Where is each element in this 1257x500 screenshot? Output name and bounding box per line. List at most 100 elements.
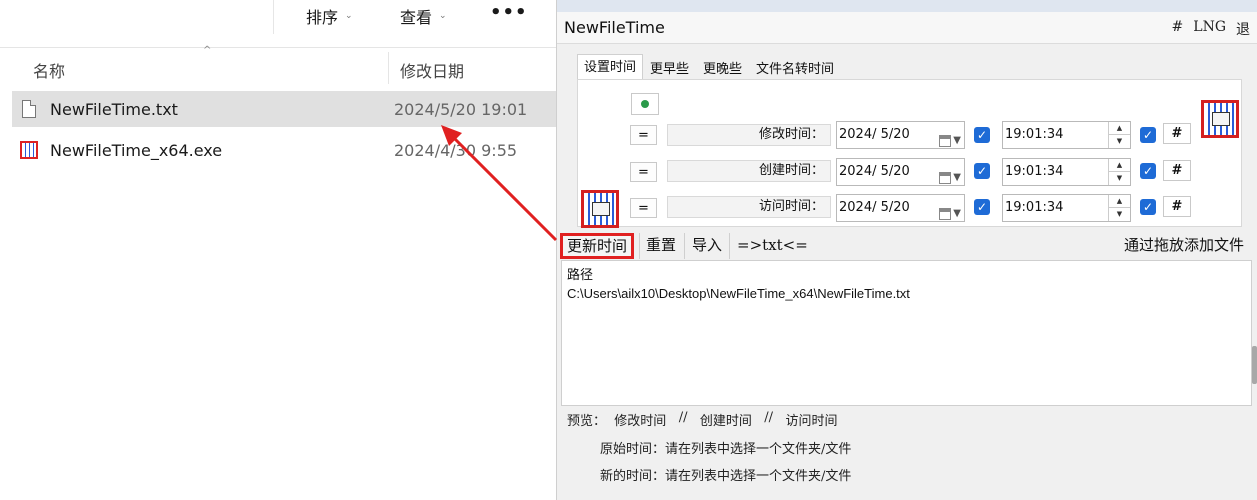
more-options-button[interactable]: ••• xyxy=(490,2,528,23)
spin-down-icon[interactable]: ▼ xyxy=(1109,172,1130,185)
toolbar-separator xyxy=(273,0,274,34)
app-exe-icon xyxy=(18,139,40,161)
calendar-dropdown[interactable]: ▼ xyxy=(939,201,961,227)
hash-menu-button[interactable]: # xyxy=(1172,19,1184,39)
action-separator xyxy=(684,233,685,259)
spin-up-icon[interactable]: ▲ xyxy=(1109,122,1130,135)
spin-up-icon[interactable]: ▲ xyxy=(1109,195,1130,208)
created-time-input[interactable]: 19:01:34 ▲ ▼ xyxy=(1002,158,1131,186)
calendar-icon xyxy=(939,172,952,184)
created-date-checkbox[interactable]: ✓ xyxy=(974,163,990,179)
tab-set-time[interactable]: 设置时间 xyxy=(577,54,644,80)
accessed-time-label: 访问时间： xyxy=(667,196,831,218)
created-time-value: 19:01:34 xyxy=(1005,164,1064,179)
calendar-dropdown[interactable]: ▼ xyxy=(939,165,961,191)
accessed-hash-button[interactable]: # xyxy=(1163,196,1191,217)
window-title: NewFileTime xyxy=(564,18,665,37)
spin-down-icon[interactable]: ▼ xyxy=(1109,208,1130,221)
language-button[interactable]: LNG xyxy=(1193,19,1226,39)
accessed-equal-button[interactable]: = xyxy=(630,198,657,218)
drag-drop-hint: 通过拖放添加文件 xyxy=(1123,236,1244,254)
dropdown-arrow-icon: ▼ xyxy=(953,208,961,219)
tab-later[interactable]: 更晚些 xyxy=(696,54,749,80)
modified-hash-button[interactable]: # xyxy=(1163,123,1191,144)
created-time-label: 创建时间： xyxy=(667,160,831,182)
preview-original-time: 原始时间：请在列表中选择一个文件夹/文件 xyxy=(600,442,852,457)
title-bar: NewFileTime # LNG 退 xyxy=(557,12,1257,44)
update-time-button[interactable]: 更新时间 xyxy=(560,233,635,259)
calendar-dropdown[interactable]: ▼ xyxy=(939,128,961,154)
preview-panel: 预览： 修改时间 // 创建时间 // 访问时间 原始时间：请在列表中选择一个文… xyxy=(567,410,851,484)
accessed-date-value: 2024/ 5/20 xyxy=(839,200,910,215)
modified-time-label: 修改时间： xyxy=(667,124,831,146)
text-file-icon xyxy=(18,98,40,120)
spin-down-icon[interactable]: ▼ xyxy=(1109,135,1130,148)
tab-earlier[interactable]: 更早些 xyxy=(643,54,696,80)
calendar-icon xyxy=(939,135,952,147)
import-button[interactable]: 导入 xyxy=(686,233,728,259)
preview-separator: // xyxy=(764,410,774,425)
preview-created-label: 创建时间 xyxy=(699,414,752,429)
accessed-time-input[interactable]: 19:01:34 ▲ ▼ xyxy=(1002,194,1131,222)
time-spinner[interactable]: ▲ ▼ xyxy=(1108,122,1130,148)
created-date-picker[interactable]: 2024/ 5/20 ▼ xyxy=(836,158,965,186)
preview-separator: // xyxy=(678,410,688,425)
created-equal-button[interactable]: = xyxy=(630,162,657,182)
window-top-strip xyxy=(557,0,1257,12)
modified-equal-button[interactable]: = xyxy=(630,125,657,145)
newfiletime-logo-icon[interactable] xyxy=(581,190,619,228)
exit-button[interactable]: 退 xyxy=(1236,19,1250,39)
dropdown-arrow-icon: ▼ xyxy=(953,172,961,183)
preview-header: 预览： 修改时间 // 创建时间 // 访问时间 xyxy=(567,410,851,429)
reset-button[interactable]: 重置 xyxy=(640,233,682,259)
column-divider[interactable] xyxy=(388,52,389,84)
preview-new-time: 新的时间：请在列表中选择一个文件夹/文件 xyxy=(600,469,852,484)
accessed-time-value: 19:01:34 xyxy=(1005,200,1064,215)
modified-time-input[interactable]: 19:01:34 ▲ ▼ xyxy=(1002,121,1131,149)
modified-time-value: 19:01:34 xyxy=(1005,127,1064,142)
dropdown-arrow-icon: ▼ xyxy=(953,135,961,146)
explorer-toolbar: 排序 ⌄ 查看 ⌄ ••• xyxy=(0,0,556,34)
tab-bar: 设置时间 更早些 更晚些 文件名转时间 xyxy=(577,54,841,80)
list-item[interactable]: C:\Users\ailx10\Desktop\NewFileTime_x64\… xyxy=(567,286,910,301)
column-header-name[interactable]: 名称 xyxy=(33,58,65,82)
action-bar: 更新时间 重置 导入 =>txt<= 通过拖放添加文件 xyxy=(557,229,1257,260)
file-explorer: 排序 ⌄ 查看 ⌄ ••• ^ 名称 修改日期 NewFileTime.txt … xyxy=(0,0,556,500)
file-row[interactable]: NewFileTime.txt 2024/5/20 19:01 xyxy=(12,91,556,127)
chevron-down-icon: ⌄ xyxy=(345,11,353,21)
modified-date-value: 2024/ 5/20 xyxy=(839,127,910,142)
modified-time-checkbox[interactable]: ✓ xyxy=(1140,127,1156,143)
file-modified-date: 2024/5/20 19:01 xyxy=(394,99,528,119)
preview-label: 预览： xyxy=(567,414,607,429)
view-button[interactable]: 查看 ⌄ xyxy=(400,4,447,28)
view-label: 查看 xyxy=(400,8,433,27)
sort-ascending-icon: ^ xyxy=(203,45,212,56)
created-hash-button[interactable]: # xyxy=(1163,160,1191,181)
path-column-header[interactable]: 路径 xyxy=(567,264,593,283)
column-header-modified[interactable]: 修改日期 xyxy=(400,58,464,82)
title-actions: # LNG 退 xyxy=(1172,19,1250,39)
apply-now-button[interactable] xyxy=(631,93,659,115)
sort-button[interactable]: 排序 ⌄ xyxy=(306,4,353,28)
file-name: NewFileTime.txt xyxy=(50,99,178,119)
action-separator xyxy=(729,233,730,259)
created-time-checkbox[interactable]: ✓ xyxy=(1140,163,1156,179)
file-row[interactable]: NewFileTime_x64.exe 2024/4/30 9:55 xyxy=(12,132,556,168)
time-spinner[interactable]: ▲ ▼ xyxy=(1108,159,1130,185)
accessed-date-checkbox[interactable]: ✓ xyxy=(974,199,990,215)
file-list[interactable]: 路径 C:\Users\ailx10\Desktop\NewFileTime_x… xyxy=(561,260,1252,406)
spin-up-icon[interactable]: ▲ xyxy=(1109,159,1130,172)
sort-label: 排序 xyxy=(306,8,339,27)
green-dot-icon xyxy=(641,100,649,108)
file-name: NewFileTime_x64.exe xyxy=(50,140,223,160)
accessed-time-checkbox[interactable]: ✓ xyxy=(1140,199,1156,215)
export-txt-button[interactable]: =>txt<= xyxy=(731,233,814,259)
accessed-date-picker[interactable]: 2024/ 5/20 ▼ xyxy=(836,194,965,222)
created-date-value: 2024/ 5/20 xyxy=(839,164,910,179)
tab-filename-to-time[interactable]: 文件名转时间 xyxy=(749,54,841,80)
modified-date-checkbox[interactable]: ✓ xyxy=(974,127,990,143)
time-spinner[interactable]: ▲ ▼ xyxy=(1108,195,1130,221)
newfiletime-logo-icon[interactable] xyxy=(1201,100,1239,138)
modified-date-picker[interactable]: 2024/ 5/20 ▼ xyxy=(836,121,965,149)
scrollbar-thumb[interactable] xyxy=(1252,346,1257,384)
